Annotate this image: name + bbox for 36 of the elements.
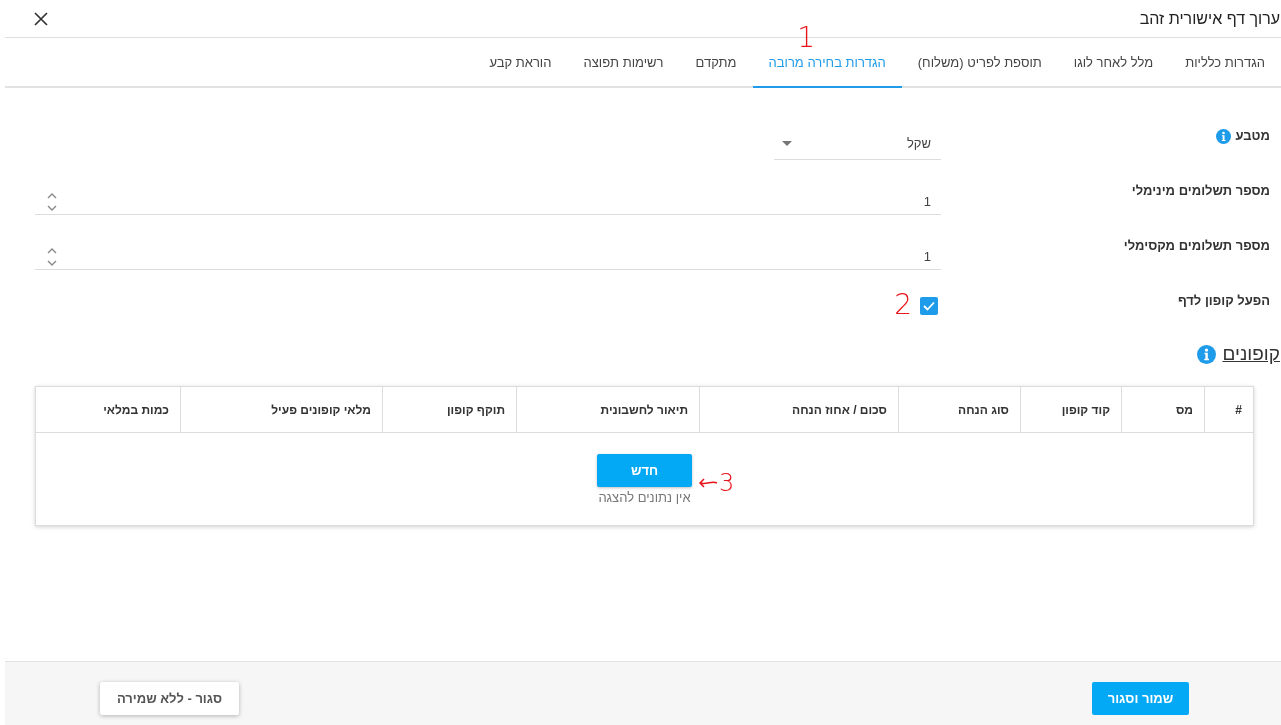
section-title: קופונים (1222, 343, 1280, 365)
checkbox[interactable] (920, 297, 938, 315)
column-header: כמות במלאי (102, 401, 170, 419)
column-header: מלאי קופונים פעיל (180, 387, 382, 432)
dropdown-field[interactable]: שקל (774, 128, 941, 160)
tab[interactable]: רשימות תפוצה (567, 38, 680, 88)
column-header: תוקף קופון (382, 387, 516, 432)
info-icon[interactable] (1197, 344, 1217, 364)
field-label: מטבע (1235, 128, 1270, 144)
empty-message: אין נתונים להצגה (598, 490, 691, 506)
info-icon[interactable] (1215, 129, 1231, 144)
field-label: מספר תשלומים מינימלי (1131, 183, 1270, 199)
column-header: סכום / אחוז הנחה (699, 387, 898, 432)
column-header: סוג הנחה (898, 387, 1020, 432)
tab[interactable]: מתקדם (679, 38, 753, 88)
column-header: מס (1121, 387, 1204, 432)
field-label: הפעל קופון לדף (1177, 293, 1270, 309)
tab[interactable]: מלל לאחר לוגו (1057, 38, 1170, 88)
check-icon (923, 301, 935, 311)
close-icon[interactable] (34, 11, 48, 26)
spinner-icon[interactable] (47, 246, 57, 267)
spinner-icon[interactable] (47, 191, 57, 212)
column-header: # (1204, 387, 1253, 432)
caret-icon (782, 141, 792, 146)
number-field[interactable]: 1 (35, 238, 941, 270)
number-field[interactable]: 1 (35, 183, 941, 215)
window-title: ערוך דף אישורית זהב (1139, 9, 1280, 28)
footer-button[interactable]: סגור - ללא שמירה (100, 682, 239, 715)
field-label: מספר תשלומים מקסימלי (1123, 238, 1270, 254)
tab[interactable]: הוראת קבע (473, 38, 568, 88)
annotation-number: 3 (719, 471, 735, 495)
tab[interactable]: תוספת לפריט (משלוח) (901, 38, 1058, 88)
annotation-number: 2 (894, 291, 912, 319)
tab[interactable]: הגדרות כלליות (1169, 38, 1281, 88)
column-header: קוד קופון (1020, 387, 1121, 432)
column-header: תיאור לחשבונית (516, 387, 699, 432)
